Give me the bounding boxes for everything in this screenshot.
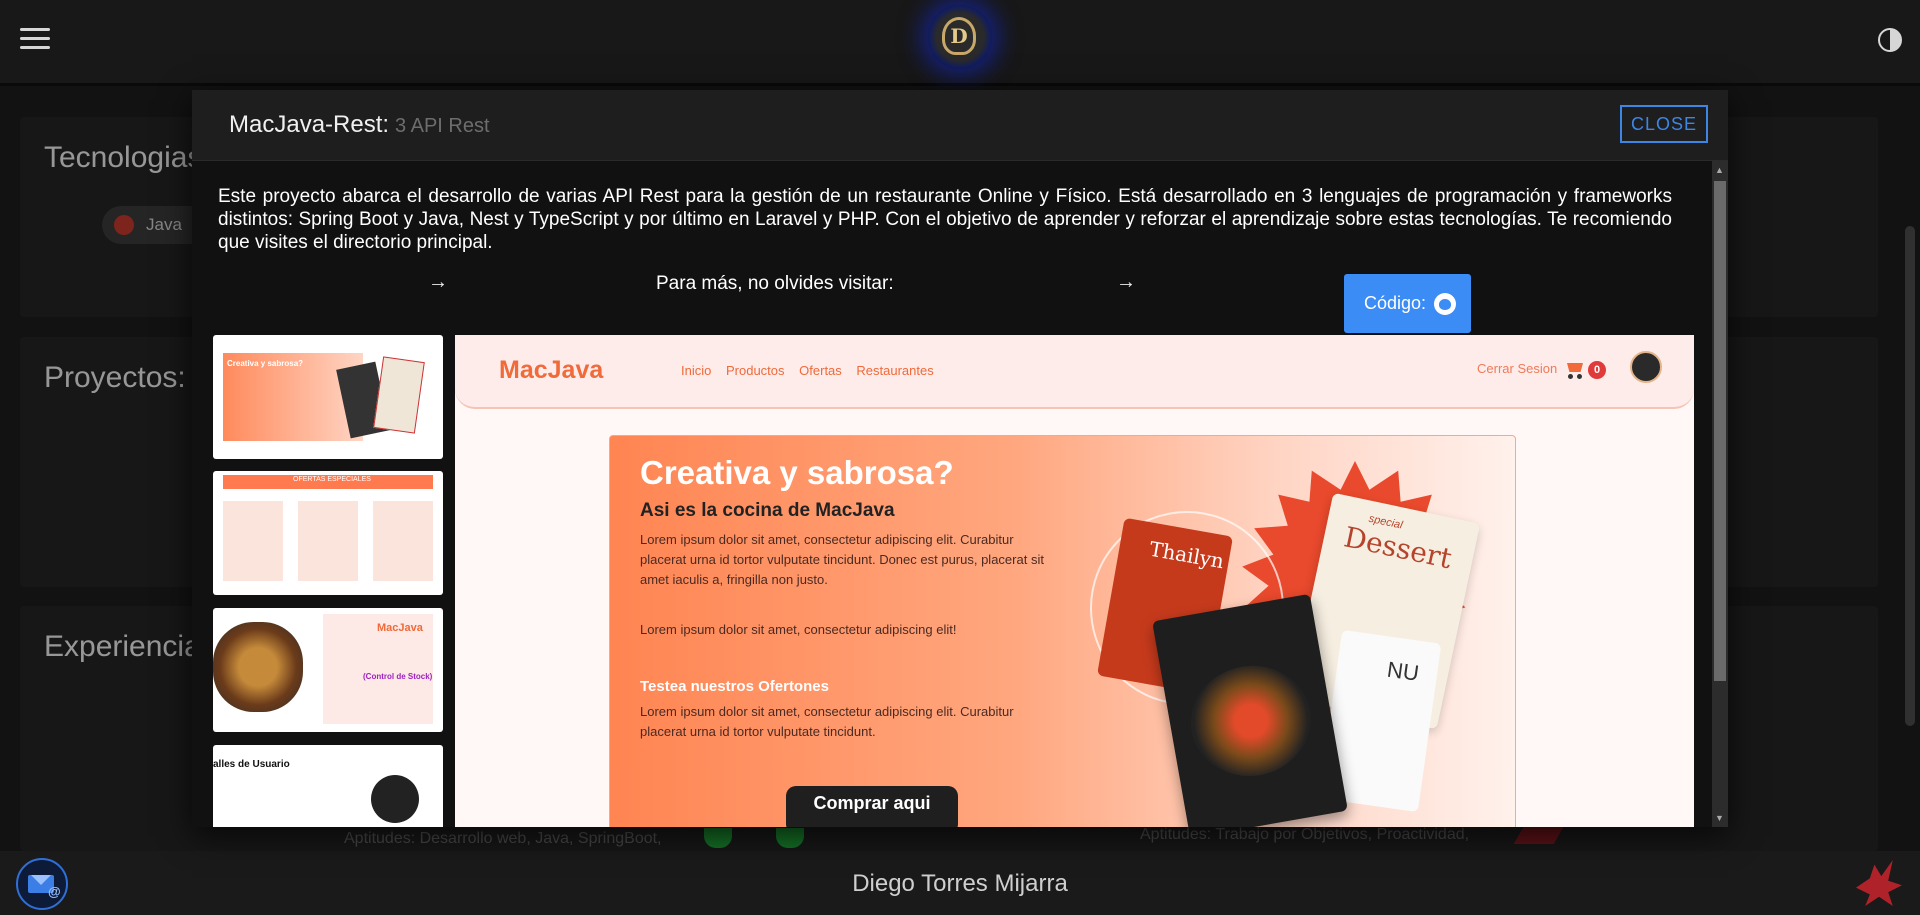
top-navbar: D — [0, 0, 1920, 86]
preview-brand: MacJava — [499, 356, 604, 384]
arrow-right-icon: → — [1116, 271, 1136, 293]
preview-nav-link: Restaurantes — [856, 363, 934, 378]
thumbnail-4-title: alles de Usuario — [213, 759, 290, 770]
mail-icon[interactable]: @ — [16, 858, 68, 910]
code-button-label: Código: — [1364, 293, 1427, 313]
github-icon — [1434, 293, 1456, 315]
thumbnail-list[interactable]: Creativa y sabrosa? OFERTAS ESPECIALES M… — [207, 335, 443, 827]
preview-hero: Creativa y sabrosa? Asi es la cocina de … — [609, 435, 1516, 827]
preview-hero-title: Creativa y sabrosa? — [640, 454, 954, 491]
thumbnail-3-title: MacJava — [377, 622, 423, 634]
footer-name: Diego Torres Mijarra — [852, 870, 1068, 897]
burger-image — [1182, 656, 1320, 786]
menu-card-red-title: Thailyn — [1147, 536, 1226, 574]
avatar — [1630, 351, 1662, 383]
close-button[interactable]: CLOSE — [1620, 105, 1708, 143]
modal-title: MacJava-Rest: 3 API Rest — [229, 111, 490, 139]
hamburger-menu-icon[interactable] — [20, 28, 50, 52]
modal-title-text: MacJava-Rest: — [229, 111, 390, 138]
preview-logout: Cerrar Sesion — [1477, 361, 1558, 376]
scroll-up-icon[interactable]: ▲ — [1715, 165, 1724, 175]
thumbnail-2-title: OFERTAS ESPECIALES — [293, 476, 371, 483]
preview-hero-subtitle: Asi es la cocina de MacJava — [640, 500, 895, 521]
modal-scrollbar[interactable]: ▲ ▼ — [1712, 161, 1728, 827]
thumbnail-3[interactable]: MacJava (Control de Stock) — [213, 608, 443, 732]
cart-icon — [1563, 361, 1585, 379]
modal-subtitle: 3 API Rest — [395, 115, 490, 137]
logo-letter: D — [942, 17, 976, 55]
thumbnail-4[interactable]: alles de Usuario — [213, 745, 443, 827]
modal-header: MacJava-Rest: 3 API Rest CLOSE — [192, 90, 1728, 161]
modal-scrollbar-thumb[interactable] — [1714, 181, 1726, 681]
preview-offers-title: Testea nuestros Ofertones — [640, 678, 829, 695]
thumbnail-3-stock: (Control de Stock) — [363, 672, 433, 681]
project-description: Este proyecto abarca el desarrollo de va… — [218, 186, 1672, 253]
preview-nav-link: Ofertas — [799, 363, 842, 378]
menu-card-white-title: NU — [1385, 656, 1421, 686]
preview-hero-paragraph-2: Lorem ipsum dolor sit amet, consectetur … — [640, 622, 957, 637]
thumbnail-1[interactable]: Creativa y sabrosa? — [213, 335, 443, 459]
preview-cta-button: Comprar aqui — [786, 786, 958, 827]
footer: Diego Torres Mijarra — [0, 851, 1920, 915]
visit-text: Para más, no olvides visitar: — [656, 273, 894, 294]
preview-nav-link: Inicio — [681, 363, 712, 378]
code-button[interactable]: Código: — [1344, 274, 1471, 333]
thumbnail-1-title: Creativa y sabrosa? — [227, 359, 304, 368]
project-preview-image: MacJava Inicio Productos Ofertas Restaur… — [455, 335, 1694, 827]
scroll-down-icon[interactable]: ▼ — [1715, 813, 1724, 823]
cart-count-badge: 0 — [1588, 361, 1606, 379]
preview-navbar: MacJava Inicio Productos Ofertas Restaur… — [455, 335, 1694, 409]
preview-hero-paragraph: Lorem ipsum dolor sit amet, consectetur … — [640, 532, 1044, 587]
modal-body: Este proyecto abarca el desarrollo de va… — [192, 161, 1728, 827]
arrow-right-icon: → — [428, 271, 448, 293]
site-logo[interactable]: D — [928, 5, 992, 69]
thumbnail-2[interactable]: OFERTAS ESPECIALES — [213, 471, 443, 595]
preview-nav-link: Productos — [725, 363, 785, 378]
preview-nav-links: Inicio Productos Ofertas Restaurantes — [681, 363, 945, 378]
theme-toggle-icon[interactable] — [1878, 28, 1902, 52]
project-modal: MacJava-Rest: 3 API Rest CLOSE Este proye… — [192, 90, 1728, 827]
preview-offers-paragraph: Lorem ipsum dolor sit amet, consectetur … — [640, 704, 1014, 739]
